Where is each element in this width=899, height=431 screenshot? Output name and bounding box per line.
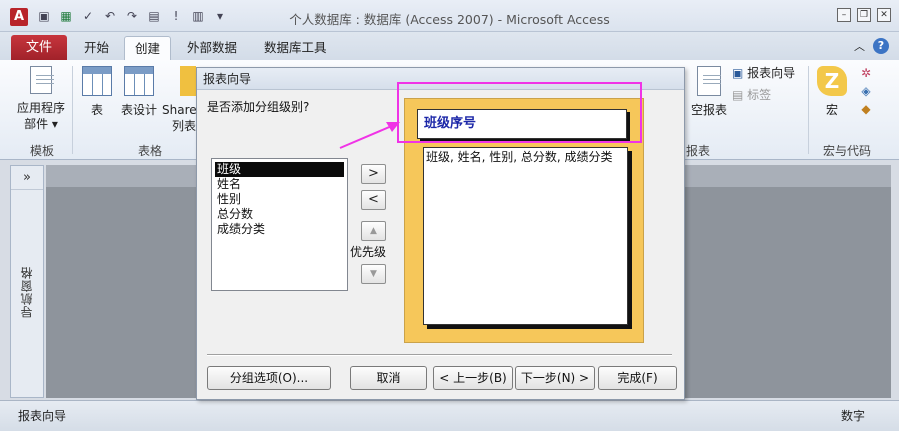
ribbon-minimize-icon[interactable]: ︿ [854,38,865,54]
macro-button[interactable]: Z 宏 [814,66,850,118]
report-wizard-label: 报表向导 [747,66,796,80]
status-text: 报表向导 [18,409,67,423]
macro-icon: Z [817,66,847,96]
tab-create[interactable]: 创建 [124,36,172,60]
application-parts-icon [30,66,54,94]
list-item[interactable]: 姓名 [215,177,344,192]
grouping-question: 是否添加分组级别? [207,100,310,114]
window-title: 个人数据库 : 数据库 (Access 2007) - Microsoft Ac… [289,12,610,27]
cancel-button[interactable]: 取消 [350,366,427,390]
arrow-up-icon: ▲ [370,226,377,236]
application-parts-label: 应用程序 [16,101,65,115]
table-design-button[interactable]: 表设计 [120,66,158,118]
blank-report-icon [697,66,721,96]
priority-label: 优先级 [350,245,387,259]
back-button[interactable]: < 上一步(B) [433,366,513,390]
blank-report-label: 空报表 [690,103,727,117]
tab-home[interactable]: 开始 [74,36,119,60]
group-label-tables: 表格 [137,144,162,158]
labels-label: 标签 [747,88,772,102]
priority-down-button[interactable]: ▼ [361,264,386,284]
group-label-reports: 报表 [685,144,710,158]
priority-up-button[interactable]: ▲ [361,221,386,241]
list-item[interactable]: 成绩分类 [215,222,344,237]
group-label-macros: 宏与代码 [822,144,871,158]
report-wizard-icon: ▣ [732,66,744,80]
list-item[interactable]: 班级 [214,161,345,178]
next-button[interactable]: 下一步(N) > [515,366,595,390]
report-wizard-button[interactable]: ▣ 报表向导 [732,65,804,81]
field-list[interactable]: 班级 姓名 性别 总分数 成绩分类 [211,158,348,291]
annotation-arrow [339,122,400,149]
table-button[interactable]: 表 [80,66,114,118]
minimize-icon[interactable]: – [837,8,851,22]
application-parts-button[interactable]: 应用程序 部件 ▾ [12,66,70,132]
table-button-label: 表 [90,103,103,117]
list-item[interactable]: 性别 [215,192,344,207]
help-icon[interactable]: ? [873,38,889,54]
sharepoint-icon [180,66,196,96]
preview-detail: 班级, 姓名, 性别, 总分数, 成绩分类 [423,147,628,325]
macro-label: 宏 [825,103,838,117]
labels-icon: ▤ [732,88,744,102]
finish-button[interactable]: 完成(F) [598,366,677,390]
tab-file[interactable]: 文件 [11,35,67,60]
dropdown-arrow-icon: ▾ [51,117,58,131]
nav-expand-icon[interactable]: » [11,166,43,190]
module-icon[interactable]: ✲ [856,64,876,82]
table-icon [82,66,112,96]
status-bar: 报表向导 数字 [0,400,899,431]
remove-group-button[interactable]: < [361,190,386,210]
sharepoint-label-2: 列表 [172,119,196,133]
table-design-icon [124,66,154,96]
labels-button[interactable]: ▤ 标签 [732,87,792,103]
table-design-label: 表设计 [120,103,157,117]
sharepoint-label: Share [162,103,196,117]
add-group-button[interactable]: > [361,164,386,184]
close-icon[interactable]: ✕ [877,8,891,22]
restore-icon[interactable]: ❐ [857,8,871,22]
visual-basic-icon[interactable]: ◆ [856,100,876,118]
class-module-icon[interactable]: ◈ [856,82,876,100]
arrow-down-icon: ▼ [370,269,377,279]
sharepoint-list-button[interactable]: Share 列表 [162,66,196,134]
num-lock-indicator: 数字 [840,409,865,423]
application-parts-label-2: 部件 [24,117,49,131]
grouping-options-button[interactable]: 分组选项(O)... [207,366,331,390]
nav-pane-label: 导航窗格 [20,266,34,318]
tab-database-tools[interactable]: 数据库工具 [254,36,337,60]
blank-report-button[interactable]: 空报表 [687,66,731,118]
group-label-templates: 模板 [29,144,54,158]
tab-external-data[interactable]: 外部数据 [177,36,247,60]
navigation-pane[interactable]: » 导航窗格 [10,165,44,398]
dialog-divider [207,354,672,356]
code-tools-column: ✲ ◈ ◆ [856,64,876,118]
title-bar: A ▣ ▦ ✓ ↶ ↷ ▤ ! ▥ ▾ 个人数据库 : 数据库 (Access … [0,0,899,32]
ribbon-tabs: 文件 开始 创建 外部数据 数据库工具 ︿ ? [0,32,899,60]
list-item[interactable]: 总分数 [215,207,344,222]
annotation-highlight-box [397,82,642,143]
